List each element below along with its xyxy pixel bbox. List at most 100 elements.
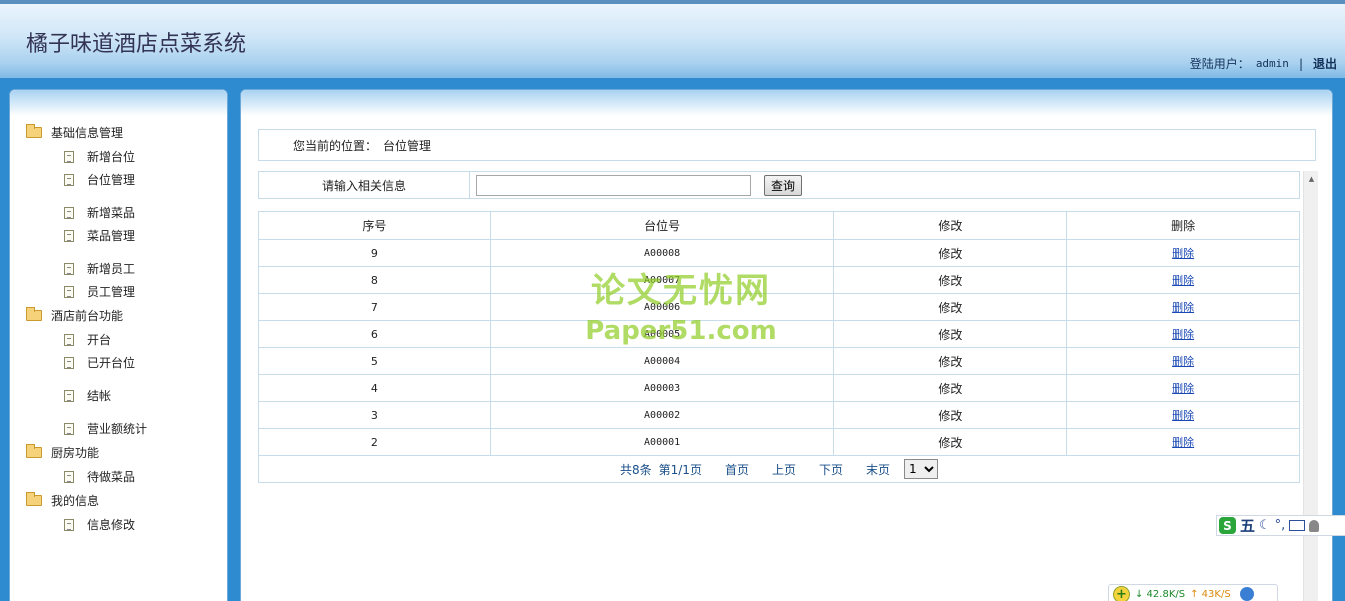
sidebar-item-label: 开台 bbox=[87, 333, 112, 347]
pager-next-link[interactable]: 下页 bbox=[819, 461, 843, 478]
edit-link[interactable]: 修改 bbox=[833, 293, 1068, 321]
search-button[interactable]: 查询 bbox=[764, 174, 803, 196]
punctuation-icon[interactable]: °, bbox=[1275, 518, 1286, 533]
ime-mode[interactable]: 五 bbox=[1240, 515, 1255, 536]
edit-link[interactable]: 修改 bbox=[833, 401, 1068, 429]
document-icon bbox=[64, 356, 74, 369]
breadcrumb-prefix: 您当前的位置： bbox=[293, 138, 378, 153]
table-row: 6 A00005 修改 删除 bbox=[258, 320, 1300, 348]
cell-no: 6 bbox=[258, 320, 491, 348]
cell-delete: 删除 bbox=[1066, 374, 1300, 402]
group-label: 我的信息 bbox=[51, 494, 100, 508]
pager: 共8条 第1/1页 首页 上页 下页 末页 1 bbox=[259, 459, 1299, 479]
delete-link[interactable]: 删除 bbox=[1172, 328, 1194, 341]
sidebar-item-label: 新增台位 bbox=[87, 150, 136, 164]
sidebar-item-opened-tables[interactable]: 已开台位 bbox=[26, 351, 147, 374]
edit-link[interactable]: 修改 bbox=[833, 266, 1068, 294]
download-speed: ↓ 42.8K/S bbox=[1135, 588, 1186, 600]
edit-link[interactable]: 修改 bbox=[833, 374, 1068, 402]
keyboard-icon[interactable] bbox=[1289, 520, 1306, 531]
sidebar-nav: 基础信息管理 新增台位 台位管理 新增菜品 菜品管理 新增员工 员工管理 酒店前… bbox=[26, 120, 147, 536]
group-label: 基础信息管理 bbox=[51, 126, 124, 140]
sidebar-item-open-table[interactable]: 开台 bbox=[26, 328, 147, 351]
nav-group-my-info: 我的信息 信息修改 bbox=[26, 488, 147, 536]
delete-link[interactable]: 删除 bbox=[1172, 247, 1194, 260]
document-icon bbox=[64, 389, 74, 402]
cell-delete: 删除 bbox=[1066, 239, 1300, 267]
sidebar-item-checkout[interactable]: 结帐 bbox=[26, 384, 147, 407]
folder-icon bbox=[26, 492, 42, 506]
group-title[interactable]: 我的信息 bbox=[26, 488, 147, 513]
table-row: 8 A00007 修改 删除 bbox=[258, 266, 1300, 294]
col-header-table-code: 台位号 bbox=[489, 211, 835, 240]
sidebar-item-label: 新增菜品 bbox=[87, 206, 136, 220]
edit-link[interactable]: 修改 bbox=[833, 239, 1068, 267]
delete-link[interactable]: 删除 bbox=[1172, 436, 1194, 449]
sidebar-item-revenue-stats[interactable]: 营业额统计 bbox=[26, 417, 147, 440]
sogou-logo-icon[interactable]: S bbox=[1219, 517, 1236, 534]
sidebar-item-edit-info[interactable]: 信息修改 bbox=[26, 513, 147, 536]
group-title[interactable]: 基础信息管理 bbox=[26, 120, 147, 145]
sidebar-item-add-staff[interactable]: 新增员工 bbox=[26, 257, 147, 280]
group-title[interactable]: 酒店前台功能 bbox=[26, 303, 147, 328]
logout-link[interactable]: 退出 bbox=[1313, 55, 1337, 72]
pager-cell: 共8条 第1/1页 首页 上页 下页 末页 1 bbox=[258, 455, 1300, 483]
nav-group-basic-info: 基础信息管理 新增台位 台位管理 新增菜品 菜品管理 新增员工 员工管理 bbox=[26, 120, 147, 303]
vertical-scrollbar[interactable]: ▲ bbox=[1303, 171, 1318, 601]
sidebar-item-label: 台位管理 bbox=[87, 173, 136, 187]
delete-link[interactable]: 删除 bbox=[1172, 382, 1194, 395]
sidebar-item-pending-dishes[interactable]: 待做菜品 bbox=[26, 465, 147, 488]
cell-table-code: A00006 bbox=[489, 293, 835, 321]
col-header-edit: 修改 bbox=[833, 211, 1068, 240]
cell-table-code: A00003 bbox=[489, 374, 835, 402]
edit-link[interactable]: 修改 bbox=[833, 320, 1068, 348]
pager-last-link[interactable]: 末页 bbox=[866, 461, 890, 478]
nav-group-kitchen: 厨房功能 待做菜品 bbox=[26, 440, 147, 488]
app-title: 橘子味道酒店点菜系统 bbox=[26, 32, 247, 57]
delete-link[interactable]: 删除 bbox=[1172, 409, 1194, 422]
upload-speed: ↑ 43K/S bbox=[1190, 588, 1231, 600]
sidebar-item-label: 信息修改 bbox=[87, 518, 136, 532]
sidebar-item-table-manage[interactable]: 台位管理 bbox=[26, 168, 147, 191]
ime-toolbar[interactable]: S 五 ☾ °, bbox=[1216, 515, 1345, 536]
document-icon bbox=[64, 518, 74, 531]
document-icon bbox=[64, 285, 74, 298]
cell-no: 3 bbox=[258, 401, 491, 429]
plus-icon[interactable]: + bbox=[1113, 585, 1130, 601]
sidebar-item-label: 待做菜品 bbox=[87, 470, 136, 484]
delete-link[interactable]: 删除 bbox=[1172, 355, 1194, 368]
delete-link[interactable]: 删除 bbox=[1172, 274, 1194, 287]
cell-table-code: A00001 bbox=[489, 428, 835, 456]
sidebar-item-add-dish[interactable]: 新增菜品 bbox=[26, 201, 147, 224]
document-icon bbox=[64, 422, 74, 435]
pager-prev-link[interactable]: 上页 bbox=[772, 461, 796, 478]
cell-table-code: A00004 bbox=[489, 347, 835, 375]
user-icon[interactable] bbox=[1309, 519, 1320, 532]
cell-delete: 删除 bbox=[1066, 428, 1300, 456]
search-input[interactable] bbox=[476, 174, 751, 196]
cell-no: 5 bbox=[258, 347, 491, 375]
sidebar-item-add-table[interactable]: 新增台位 bbox=[26, 145, 147, 168]
document-icon bbox=[64, 229, 74, 242]
browser-icon[interactable] bbox=[1239, 587, 1254, 601]
cell-table-code: A00007 bbox=[489, 266, 835, 294]
cell-delete: 删除 bbox=[1066, 320, 1300, 348]
edit-link[interactable]: 修改 bbox=[833, 428, 1068, 456]
pager-first-link[interactable]: 首页 bbox=[725, 461, 749, 478]
moon-icon[interactable]: ☾ bbox=[1259, 518, 1271, 533]
sidebar-item-dish-manage[interactable]: 菜品管理 bbox=[26, 224, 147, 247]
document-icon bbox=[64, 150, 74, 163]
document-icon bbox=[64, 206, 74, 219]
login-label: 登陆用户： bbox=[1189, 57, 1250, 71]
cell-delete: 删除 bbox=[1066, 266, 1300, 294]
delete-link[interactable]: 删除 bbox=[1172, 301, 1194, 314]
username: admin bbox=[1255, 57, 1289, 70]
folder-icon bbox=[26, 124, 42, 138]
cell-delete: 删除 bbox=[1066, 293, 1300, 321]
page-select[interactable]: 1 bbox=[904, 459, 939, 479]
group-title[interactable]: 厨房功能 bbox=[26, 440, 147, 465]
scroll-up-arrow-icon[interactable]: ▲ bbox=[1304, 171, 1319, 187]
net-speed-widget[interactable]: + ↓ 42.8K/S ↑ 43K/S bbox=[1108, 584, 1278, 601]
sidebar-item-staff-manage[interactable]: 员工管理 bbox=[26, 280, 147, 303]
edit-link[interactable]: 修改 bbox=[833, 347, 1068, 375]
